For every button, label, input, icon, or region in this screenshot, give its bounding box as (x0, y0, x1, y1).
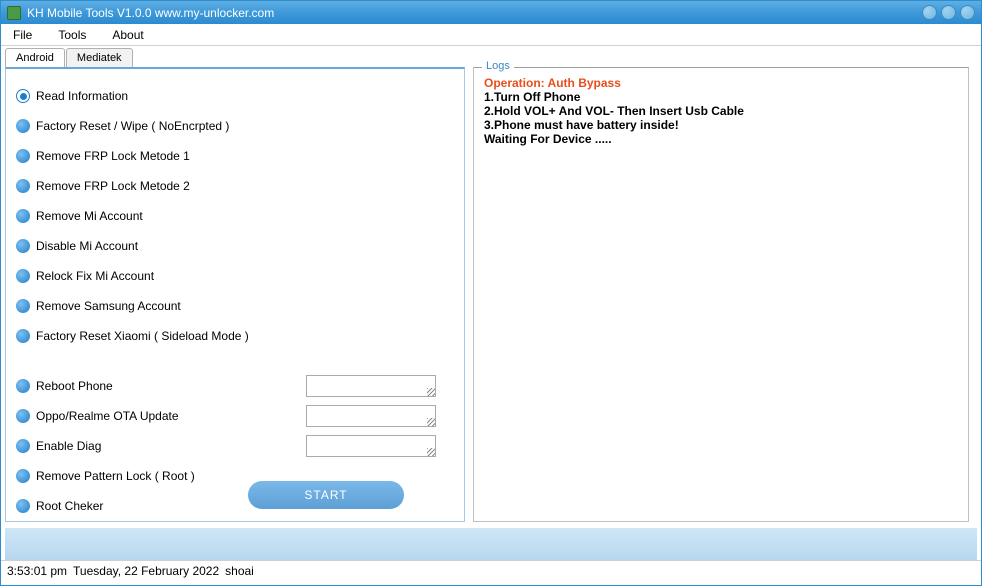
option-label: Remove Samsung Account (36, 299, 456, 313)
option-label: Factory Reset / Wipe ( NoEncrpted ) (36, 119, 456, 133)
radio-icon[interactable] (16, 299, 30, 313)
option-label: Reboot Phone (36, 379, 306, 393)
option-input-wrap (306, 435, 436, 457)
menu-tools[interactable]: Tools (54, 26, 90, 44)
option-label: Remove Mi Account (36, 209, 456, 223)
option-label: Oppo/Realme OTA Update (36, 409, 306, 423)
radio-icon[interactable] (16, 439, 30, 453)
option-row[interactable]: Remove Mi Account (16, 201, 456, 231)
radio-icon[interactable] (16, 409, 30, 423)
option-row[interactable]: Relock Fix Mi Account (16, 261, 456, 291)
radio-icon[interactable] (16, 209, 30, 223)
option-input[interactable] (306, 375, 436, 397)
radio-icon[interactable] (16, 239, 30, 253)
log-step-1: 1.Turn Off Phone (484, 90, 958, 104)
option-row[interactable]: Oppo/Realme OTA Update (16, 401, 456, 431)
option-row[interactable]: Read Information (16, 81, 456, 111)
option-input-wrap (306, 405, 436, 427)
logs-panel-container: Logs Operation: Auth Bypass 1.Turn Off P… (465, 67, 977, 522)
log-waiting: Waiting For Device ..... (484, 132, 958, 146)
start-button[interactable]: START (248, 481, 404, 509)
option-row[interactable]: Remove FRP Lock Metode 2 (16, 171, 456, 201)
radio-icon[interactable] (16, 89, 30, 103)
status-user: shoai (225, 564, 254, 579)
progress-bar-area (5, 528, 977, 560)
tab-android[interactable]: Android (5, 48, 65, 67)
option-row[interactable]: Disable Mi Account (16, 231, 456, 261)
radio-icon[interactable] (16, 119, 30, 133)
minimize-button[interactable] (922, 5, 937, 20)
option-label: Enable Diag (36, 439, 306, 453)
option-row[interactable]: Enable Diag (16, 431, 456, 461)
log-step-2: 2.Hold VOL+ And VOL- Then Insert Usb Cab… (484, 104, 958, 118)
logs-legend: Logs (482, 60, 514, 72)
radio-icon[interactable] (16, 269, 30, 283)
option-label: Remove FRP Lock Metode 2 (36, 179, 456, 193)
option-label: Factory Reset Xiaomi ( Sideload Mode ) (36, 329, 456, 343)
options-list: Read Information Factory Reset / Wipe ( N… (16, 81, 456, 521)
menu-file[interactable]: File (9, 26, 36, 44)
tab-mediatek[interactable]: Mediatek (66, 48, 133, 67)
option-input-wrap (306, 375, 436, 397)
option-input[interactable] (306, 405, 436, 427)
option-label: Remove FRP Lock Metode 1 (36, 149, 456, 163)
option-row[interactable]: Reboot Phone (16, 371, 456, 401)
window-titlebar: KH Mobile Tools V1.0.0 www.my-unlocker.c… (1, 1, 981, 24)
option-row[interactable]: Factory Reset / Wipe ( NoEncrpted ) (16, 111, 456, 141)
menu-about[interactable]: About (108, 26, 147, 44)
status-date: Tuesday, 22 February 2022 (73, 564, 219, 579)
log-step-3: 3.Phone must have battery inside! (484, 118, 958, 132)
option-row[interactable]: Factory Reset Xiaomi ( Sideload Mode ) (16, 321, 456, 351)
option-label: Read Information (36, 89, 456, 103)
radio-icon[interactable] (16, 179, 30, 193)
log-operation: Operation: Auth Bypass (484, 76, 958, 90)
option-row[interactable]: Remove Samsung Account (16, 291, 456, 321)
status-time: 3:53:01 pm (7, 564, 67, 579)
maximize-button[interactable] (941, 5, 956, 20)
radio-icon[interactable] (16, 149, 30, 163)
menu-bar: File Tools About (1, 24, 981, 46)
window-controls (922, 5, 975, 20)
operations-panel: Read Information Factory Reset / Wipe ( N… (5, 67, 465, 522)
app-icon (7, 6, 21, 20)
option-row[interactable]: Remove FRP Lock Metode 1 (16, 141, 456, 171)
radio-icon[interactable] (16, 379, 30, 393)
radio-icon[interactable] (16, 499, 30, 513)
status-bar: 3:53:01 pm Tuesday, 22 February 2022 sho… (1, 560, 981, 582)
option-label: Relock Fix Mi Account (36, 269, 456, 283)
option-input[interactable] (306, 435, 436, 457)
main-content: Read Information Factory Reset / Wipe ( N… (1, 67, 981, 522)
option-label: Disable Mi Account (36, 239, 456, 253)
close-button[interactable] (960, 5, 975, 20)
window-title: KH Mobile Tools V1.0.0 www.my-unlocker.c… (27, 6, 274, 20)
logs-panel: Logs Operation: Auth Bypass 1.Turn Off P… (473, 67, 969, 522)
radio-icon[interactable] (16, 469, 30, 483)
radio-icon[interactable] (16, 329, 30, 343)
